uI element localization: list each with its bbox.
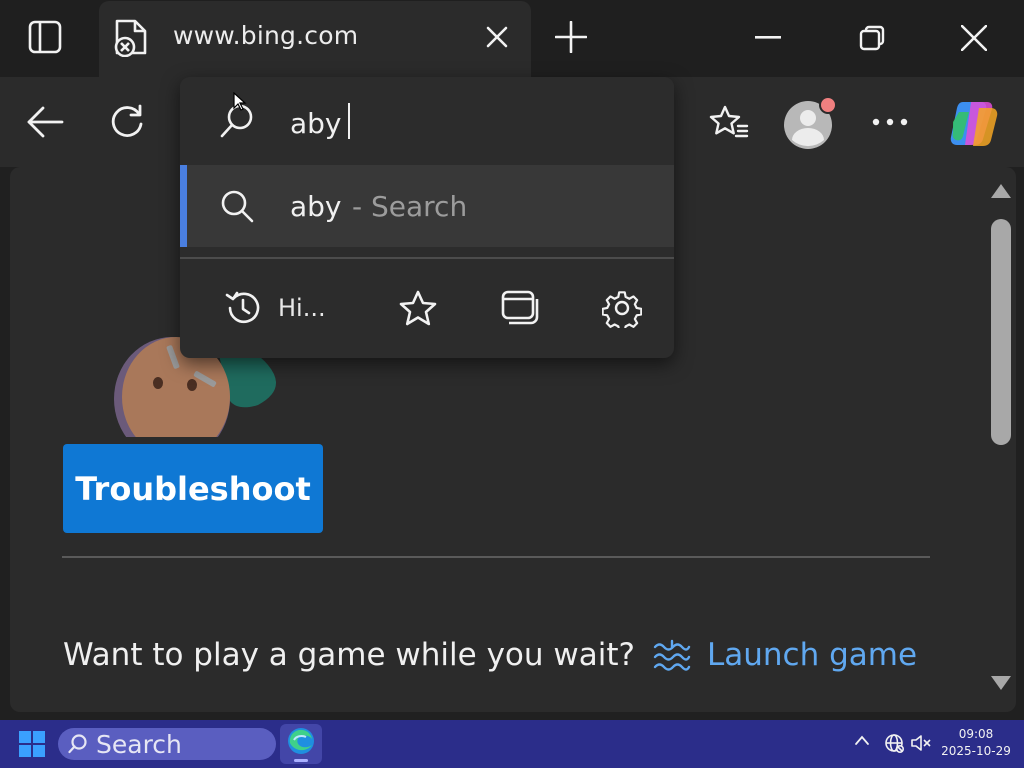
mouse-cursor-icon xyxy=(233,92,247,112)
active-app-indicator xyxy=(294,759,308,762)
window-close-icon[interactable] xyxy=(948,14,1000,62)
scrollbar-thumb[interactable] xyxy=(991,219,1011,445)
tray-overflow-chevron-icon[interactable] xyxy=(854,734,870,746)
taskbar-search-icon xyxy=(68,734,88,754)
edge-taskbar-icon[interactable] xyxy=(280,724,322,764)
history-icon xyxy=(224,289,262,327)
troubleshoot-button[interactable]: Troubleshoot xyxy=(63,444,323,533)
search-suggestion[interactable]: aby - Search xyxy=(180,165,674,247)
broken-page-icon xyxy=(111,17,151,57)
tab-close-icon[interactable] xyxy=(479,19,515,55)
clock-time: 09:08 xyxy=(958,727,994,741)
suggestion-hint: - Search xyxy=(352,190,468,223)
dropdown-shortcuts: Hi... xyxy=(180,259,674,358)
more-icon[interactable] xyxy=(864,99,916,145)
address-input[interactable] xyxy=(288,99,652,147)
copilot-icon[interactable] xyxy=(946,95,1006,151)
scroll-up-arrow-icon[interactable] xyxy=(990,183,1012,199)
favorites-star-icon[interactable] xyxy=(704,99,754,145)
restore-icon[interactable] xyxy=(846,14,898,62)
content-divider xyxy=(62,556,930,558)
taskbar: Search 09:08 2025-10-29 xyxy=(0,720,1024,768)
taskbar-clock[interactable]: 09:08 2025-10-29 xyxy=(936,726,1016,760)
history-label: Hi... xyxy=(278,294,326,322)
suggestion-search-icon xyxy=(220,189,254,223)
address-input-row[interactable] xyxy=(180,77,674,165)
taskbar-search-label: Search xyxy=(96,729,182,759)
game-prompt-text: Want to play a game while you wait? xyxy=(63,637,635,673)
text-caret xyxy=(348,103,350,139)
refresh-icon[interactable] xyxy=(102,99,152,145)
game-prompt-row: Want to play a game while you wait? Laun… xyxy=(63,637,917,673)
minimize-icon[interactable] xyxy=(742,14,794,62)
tab-actions-icon[interactable] xyxy=(18,14,72,60)
suggestion-query: aby xyxy=(290,190,342,223)
suggestion-selection-accent xyxy=(180,165,187,247)
waves-icon[interactable] xyxy=(653,639,691,671)
history-shortcut[interactable]: Hi... xyxy=(224,283,326,333)
vertical-scrollbar[interactable] xyxy=(984,177,1016,702)
back-arrow-icon[interactable] xyxy=(20,99,70,145)
profile-avatar-icon[interactable] xyxy=(782,95,838,151)
clock-date: 2025-10-29 xyxy=(941,744,1011,758)
favorites-star-outline-icon[interactable] xyxy=(398,283,438,333)
volume-muted-icon[interactable] xyxy=(910,733,932,753)
network-globe-icon[interactable] xyxy=(884,733,904,753)
title-bar: www.bing.com xyxy=(0,0,1024,77)
launch-game-link[interactable]: Launch game xyxy=(707,637,917,673)
address-bar-dropdown: aby - Search Hi... xyxy=(180,77,674,358)
settings-gear-icon[interactable] xyxy=(602,283,642,333)
windows-start-icon[interactable] xyxy=(18,730,46,758)
collections-icon[interactable] xyxy=(500,283,540,333)
tab-title: www.bing.com xyxy=(173,21,359,50)
new-tab-plus-icon[interactable] xyxy=(548,14,594,60)
taskbar-search-box[interactable]: Search xyxy=(58,728,276,760)
scroll-down-arrow-icon[interactable] xyxy=(990,675,1012,691)
active-tab[interactable]: www.bing.com xyxy=(99,1,531,77)
